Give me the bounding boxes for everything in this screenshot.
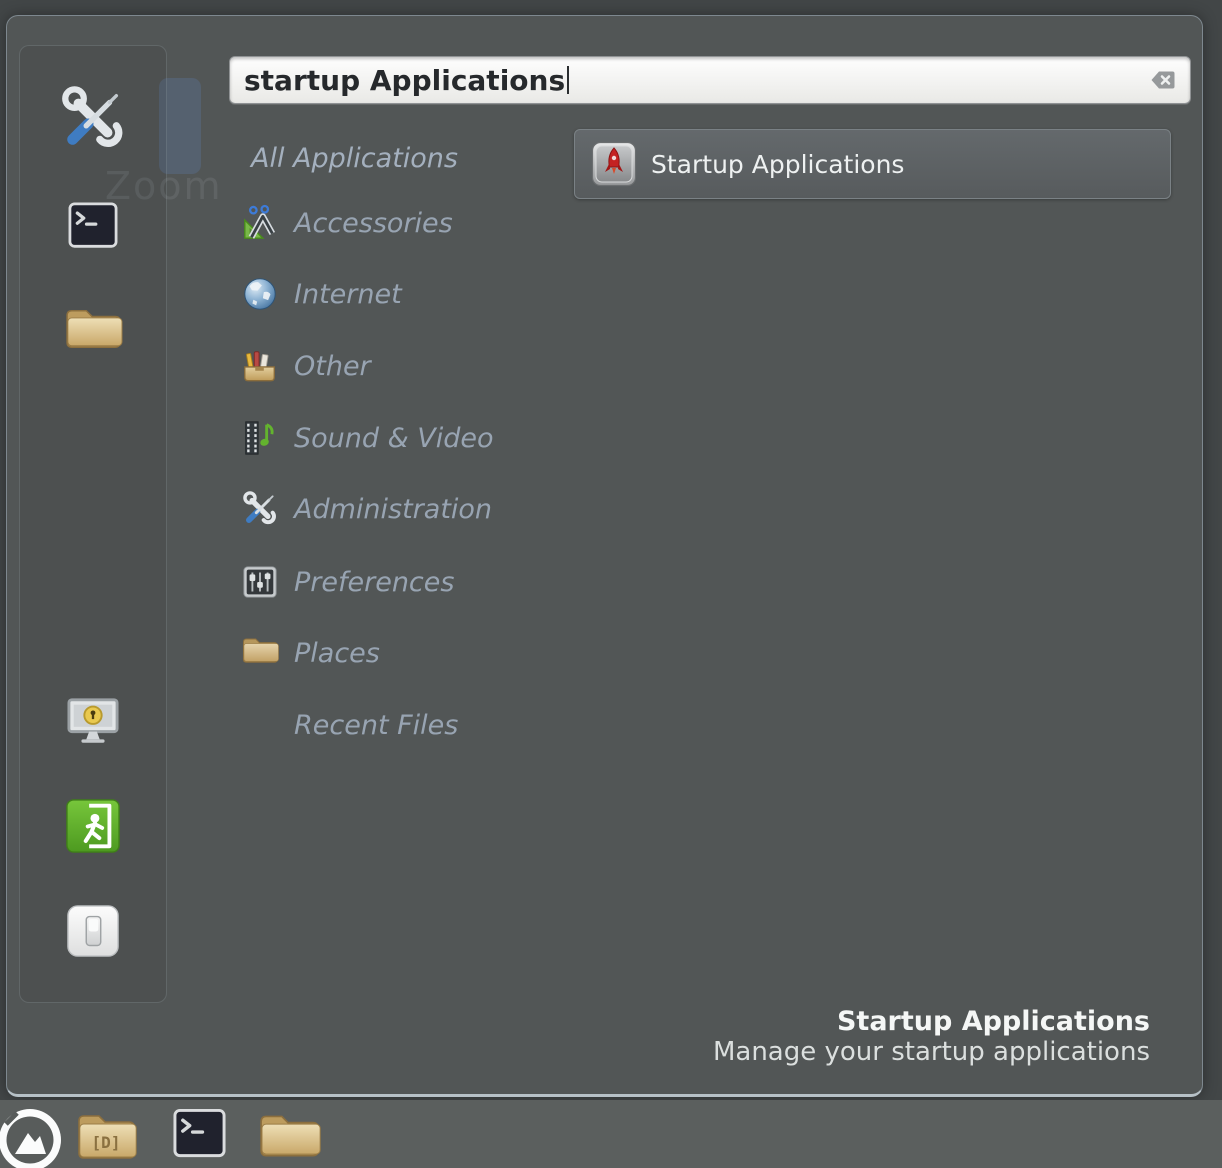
category-accessories[interactable]: Accessories — [241, 202, 453, 244]
mint-menu-button[interactable] — [0, 1107, 63, 1168]
category-preferences[interactable]: Preferences — [241, 561, 454, 603]
lock-screen-icon — [65, 696, 121, 748]
folder-icon — [257, 1107, 321, 1163]
svg-text:[D]: [D] — [92, 1133, 121, 1152]
info-title: Startup Applications — [713, 1006, 1150, 1037]
accessories-icon — [241, 204, 279, 242]
terminal-icon — [172, 1104, 227, 1164]
clear-search-icon — [1150, 70, 1176, 90]
menu-sidebar — [19, 45, 167, 1003]
bottom-panel: [D] — [0, 1100, 1222, 1168]
terminal-launcher[interactable] — [172, 1104, 227, 1164]
logout-icon — [65, 798, 121, 854]
mint-menu-icon — [0, 1107, 63, 1168]
category-administration[interactable]: Administration — [241, 488, 492, 530]
logout-button[interactable] — [65, 798, 121, 854]
text-caret — [567, 66, 569, 94]
category-internet[interactable]: Internet — [241, 273, 402, 315]
folder-icon — [63, 304, 123, 352]
preferences-icon — [241, 563, 279, 601]
category-sound-video[interactable]: Sound & Video — [241, 417, 493, 459]
administration-icon — [241, 490, 279, 528]
info-description: Manage your startup applications — [713, 1037, 1150, 1068]
files-launcher[interactable] — [257, 1107, 321, 1163]
category-all-applications[interactable]: All Applications — [251, 137, 458, 179]
startup-applications-icon — [591, 141, 637, 187]
mint-menu: Zoom — [6, 15, 1203, 1097]
desktop: Zoom — [0, 0, 1222, 1168]
sidebar-tools-button[interactable] — [58, 84, 128, 154]
clear-search-button[interactable] — [1150, 70, 1176, 90]
sidebar-files-button[interactable] — [63, 304, 123, 352]
sound-video-icon — [241, 419, 279, 457]
other-icon — [241, 347, 279, 385]
internet-icon — [241, 275, 279, 313]
selected-item-info: Startup Applications Manage your startup… — [713, 1006, 1150, 1068]
places-icon — [241, 634, 279, 672]
shutdown-button[interactable] — [66, 904, 120, 958]
search-input[interactable]: startup Applications — [244, 64, 565, 97]
category-recent-files[interactable]: Recent Files — [241, 704, 458, 746]
category-places[interactable]: Places — [241, 632, 380, 674]
search-result-startup-applications[interactable]: Startup Applications — [574, 129, 1171, 199]
tools-icon — [58, 84, 128, 154]
category-other[interactable]: Other — [241, 345, 371, 387]
sidebar-terminal-button[interactable] — [67, 202, 119, 250]
lock-screen-button[interactable] — [65, 696, 121, 748]
search-box[interactable]: startup Applications — [229, 56, 1191, 104]
terminal-icon — [67, 202, 119, 250]
desktop-folder-icon: [D] — [75, 1107, 137, 1165]
desktop-folder-launcher[interactable]: [D] — [75, 1107, 137, 1165]
shutdown-icon — [66, 904, 120, 958]
